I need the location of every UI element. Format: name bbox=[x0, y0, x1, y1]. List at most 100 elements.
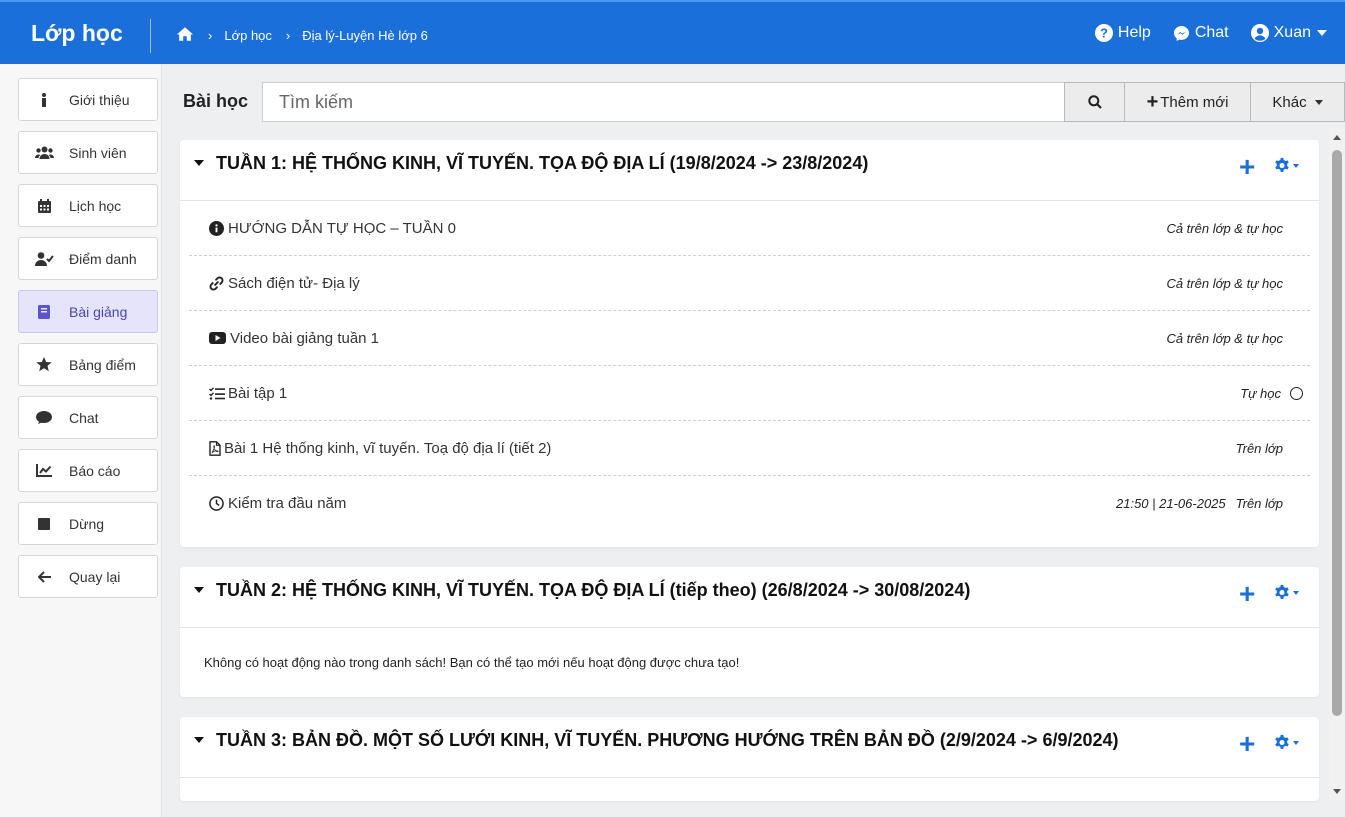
scroll-down-icon[interactable] bbox=[1333, 789, 1341, 794]
activity-row[interactable]: Bài tập 1 Tự học bbox=[189, 366, 1310, 421]
chat-label: Chat bbox=[1194, 24, 1229, 41]
sidebar-item-back[interactable]: Quay lại bbox=[18, 555, 158, 598]
activity-title: Bài tập 1 bbox=[228, 384, 288, 402]
week-header: TUẦN 3: BẢN ĐỒ. MỘT SỐ LƯỚI KINH, VĨ TUY… bbox=[180, 717, 1319, 778]
activity-row[interactable]: Video bài giảng tuần 1 Cả trên lớp & tự … bbox=[189, 311, 1310, 366]
activity-row[interactable]: Sách điện tử- Địa lý Cả trên lớp & tự họ… bbox=[189, 256, 1310, 311]
circle-status-icon[interactable] bbox=[1290, 386, 1303, 400]
activity-title: Sách điện tử- Địa lý bbox=[228, 274, 360, 292]
calendar-icon bbox=[19, 198, 69, 213]
sidebar-item-reports[interactable]: Báo cáo bbox=[18, 449, 158, 492]
breadcrumb-course[interactable]: Địa lý-Luyện Hè lớp 6 bbox=[302, 28, 428, 43]
sidebar: Giới thiệu Sinh viên Lịch học Điểm danh … bbox=[0, 64, 162, 817]
activity-title: Video bài giảng tuần 1 bbox=[230, 329, 380, 347]
brand-title[interactable]: Lớp học bbox=[31, 20, 123, 47]
help-link[interactable]: ? Help bbox=[1094, 24, 1151, 42]
question-circle-icon: ? bbox=[1094, 24, 1113, 42]
chevron-down-icon bbox=[1317, 30, 1327, 36]
chevron-down-icon bbox=[1293, 591, 1299, 595]
arrow-left-icon bbox=[19, 570, 69, 583]
sidebar-item-schedule[interactable]: Lịch học bbox=[18, 184, 158, 227]
brand-divider bbox=[150, 19, 151, 53]
sidebar-item-label: Điểm danh bbox=[69, 250, 137, 267]
week-title[interactable]: TUẦN 2: HỆ THỐNG KINH, VĨ TUYẾN. TỌA ĐỘ … bbox=[194, 580, 970, 601]
scrollbar-thumb[interactable] bbox=[1332, 150, 1342, 716]
sidebar-item-lectures[interactable]: Bài giảng bbox=[18, 290, 158, 333]
activity-title: Bài 1 Hệ thống kinh, vĩ tuyến. Toạ độ đị… bbox=[224, 439, 552, 457]
chevron-down-icon bbox=[1293, 164, 1299, 168]
activity-row[interactable]: HƯỚNG DẪN TỰ HỌC – TUẦN 0 Cả trên lớp & … bbox=[189, 201, 1310, 256]
search-input[interactable] bbox=[262, 82, 1065, 122]
week-settings-button[interactable] bbox=[1273, 584, 1299, 602]
week-settings-button[interactable] bbox=[1273, 157, 1299, 175]
add-new-label: Thêm mới bbox=[1160, 93, 1229, 111]
activity-row[interactable]: Bài 1 Hệ thống kinh, vĩ tuyến. Toạ độ đị… bbox=[189, 421, 1310, 476]
sidebar-item-intro[interactable]: Giới thiệu bbox=[18, 78, 158, 121]
chevron-down-icon bbox=[1293, 741, 1299, 745]
activity-title: HƯỚNG DẪN TỰ HỌC – TUẦN 0 bbox=[228, 219, 456, 237]
sidebar-item-chat[interactable]: Chat bbox=[18, 396, 158, 439]
activity-row[interactable]: Kiểm tra đầu năm 21:50 | 21-06-2025 Trên… bbox=[189, 476, 1310, 531]
gear-icon bbox=[1275, 157, 1289, 172]
user-menu[interactable]: Xuan bbox=[1250, 24, 1327, 42]
breadcrumb-separator-icon: › bbox=[208, 28, 213, 43]
activity-status: 21:50 | 21-06-2025 Trên lớp bbox=[1116, 496, 1283, 511]
page-title: Bài học bbox=[183, 91, 249, 111]
activity-mode: Trên lớp bbox=[1235, 496, 1283, 511]
sidebar-item-label: Giới thiệu bbox=[69, 91, 130, 108]
sidebar-item-stop[interactable]: Dừng bbox=[18, 502, 158, 545]
sidebar-item-label: Báo cáo bbox=[69, 462, 121, 479]
user-circle-icon bbox=[1250, 24, 1269, 42]
collapse-caret-icon[interactable] bbox=[194, 587, 204, 593]
chart-line-icon bbox=[19, 464, 69, 477]
top-right-menu: ? Help Chat Xuan bbox=[1073, 24, 1327, 42]
breadcrumb-class[interactable]: Lớp học bbox=[224, 28, 272, 43]
tasks-icon bbox=[209, 386, 226, 400]
sidebar-item-gradebook[interactable]: Bảng điểm bbox=[18, 343, 158, 386]
stop-icon bbox=[19, 517, 69, 530]
activity-time: 21:50 | 21-06-2025 bbox=[1116, 496, 1226, 511]
svg-text:?: ? bbox=[1100, 26, 1108, 41]
search-icon bbox=[1087, 95, 1102, 109]
star-icon bbox=[19, 357, 69, 372]
add-activity-button[interactable]: + bbox=[1239, 730, 1255, 758]
week-settings-button[interactable] bbox=[1273, 734, 1299, 752]
sidebar-item-label: Sinh viên bbox=[69, 144, 127, 161]
activity-mode: Cả trên lớp & tự học bbox=[1166, 275, 1283, 291]
add-activity-button[interactable]: + bbox=[1239, 580, 1255, 608]
top-bar: Lớp học › Lớp học › Địa lý-Luyện Hè lớp … bbox=[0, 0, 1345, 64]
scrollbar[interactable] bbox=[1329, 128, 1345, 801]
messenger-icon bbox=[1173, 25, 1189, 41]
add-activity-button[interactable]: + bbox=[1239, 153, 1255, 181]
sidebar-item-attendance[interactable]: Điểm danh bbox=[18, 237, 158, 280]
clock-icon bbox=[209, 496, 226, 511]
sidebar-item-students[interactable]: Sinh viên bbox=[18, 131, 158, 174]
home-icon[interactable] bbox=[176, 26, 194, 45]
user-name: Xuan bbox=[1273, 24, 1311, 41]
activity-mode: Tự học bbox=[1240, 385, 1281, 401]
chevron-down-icon bbox=[1314, 99, 1323, 105]
sidebar-item-label: Bài giảng bbox=[69, 303, 128, 320]
breadcrumb: › Lớp học › Địa lý-Luyện Hè lớp 6 bbox=[176, 26, 428, 45]
activity-mode: Cả trên lớp & tự học bbox=[1166, 220, 1283, 236]
link-icon bbox=[209, 276, 226, 291]
empty-activities-message: Không có hoạt động nào trong danh sách! … bbox=[204, 655, 740, 670]
week-title[interactable]: TUẦN 1: HỆ THỐNG KINH, VĨ TUYẾN. TỌA ĐỘ … bbox=[194, 153, 868, 174]
collapse-caret-icon[interactable] bbox=[194, 737, 204, 743]
week-header: TUẦN 2: HỆ THỐNG KINH, VĨ TUYẾN. TỌA ĐỘ … bbox=[180, 567, 1319, 628]
week-title[interactable]: TUẦN 3: BẢN ĐỒ. MỘT SỐ LƯỚI KINH, VĨ TUY… bbox=[194, 730, 1119, 751]
users-icon bbox=[19, 146, 69, 159]
scroll-up-icon[interactable] bbox=[1333, 135, 1341, 140]
more-dropdown-button[interactable]: Khác bbox=[1250, 82, 1345, 122]
book-icon bbox=[19, 304, 69, 319]
week-card: TUẦN 1: HỆ THỐNG KINH, VĨ TUYẾN. TỌA ĐỘ … bbox=[180, 140, 1319, 547]
sidebar-item-label: Bảng điểm bbox=[69, 356, 136, 373]
week-header: TUẦN 1: HỆ THỐNG KINH, VĨ TUYẾN. TỌA ĐỘ … bbox=[180, 140, 1319, 201]
comment-icon bbox=[19, 410, 69, 425]
add-new-button[interactable]: + Thêm mới bbox=[1124, 82, 1251, 122]
chat-link[interactable]: Chat bbox=[1173, 24, 1229, 42]
collapse-caret-icon[interactable] bbox=[194, 160, 204, 166]
help-label: Help bbox=[1117, 24, 1151, 41]
user-check-icon bbox=[19, 251, 69, 266]
search-button[interactable] bbox=[1064, 82, 1125, 122]
